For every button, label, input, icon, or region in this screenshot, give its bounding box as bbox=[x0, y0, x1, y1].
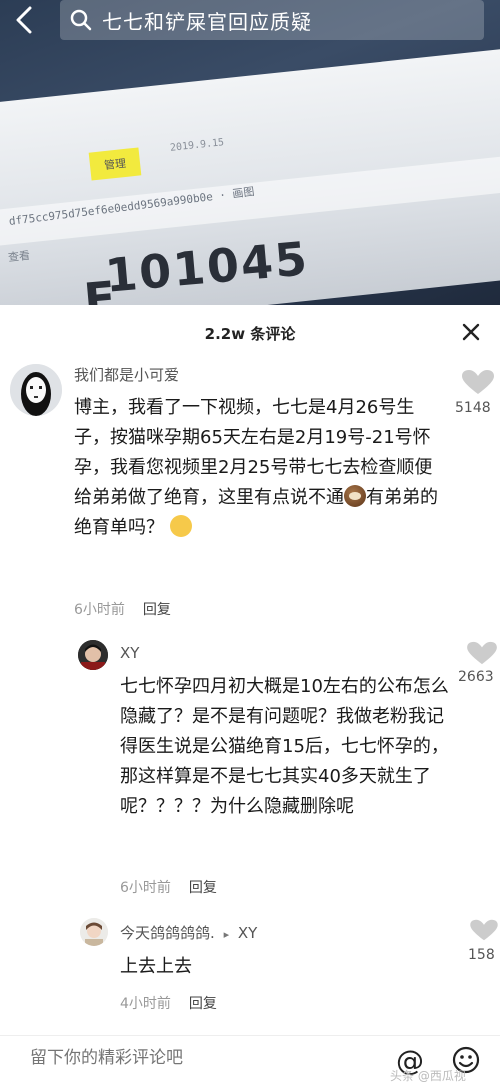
comment-text: 博主，我看了一下视频，七七是4月26号生子，按猫咪孕期65天左右是2月19号-2… bbox=[74, 393, 444, 543]
search-icon bbox=[70, 9, 92, 31]
reply-arrow-icon: ▸ bbox=[223, 928, 230, 941]
comment-text: 上去上去 bbox=[120, 956, 192, 977]
comment-author[interactable]: 我们都是小可爱 bbox=[74, 364, 179, 385]
reply-to-name[interactable]: XY bbox=[238, 924, 257, 942]
reply-button[interactable]: 回复 bbox=[143, 602, 171, 618]
close-icon[interactable] bbox=[460, 321, 482, 343]
user-avatar-icon bbox=[80, 918, 108, 946]
comment-author[interactable]: XY bbox=[120, 644, 139, 662]
video-tag-label: 管理 bbox=[88, 147, 142, 181]
comment-input[interactable] bbox=[30, 1048, 330, 1068]
no-face-avatar-icon bbox=[10, 364, 62, 416]
comment-time: 6小时前 bbox=[74, 602, 125, 618]
comment-sheet-header: 2.2w 条评论 bbox=[0, 305, 500, 361]
like-count: 158 bbox=[468, 947, 495, 963]
search-bar[interactable]: 七七和铲屎官回应质疑 bbox=[60, 0, 484, 40]
avatar[interactable] bbox=[78, 640, 108, 670]
watermark-text: 头条 @西瓜视 bbox=[390, 1069, 466, 1083]
comment-author: 今天鸽鸽鸽鸽. ▸ XY bbox=[120, 922, 257, 943]
like-count: 2663 bbox=[458, 669, 494, 685]
comment-meta: 4小时前 回复 bbox=[120, 993, 217, 1013]
back-button[interactable] bbox=[6, 2, 42, 38]
video-small-label: 查看 bbox=[7, 248, 31, 265]
coffee-emoji-icon bbox=[344, 485, 366, 507]
reply-button[interactable]: 回复 bbox=[189, 996, 217, 1012]
avatar[interactable] bbox=[80, 918, 108, 946]
video-player[interactable]: 管理 2019.9.15 df75cc975d75ef6e0edd9569a99… bbox=[0, 0, 500, 305]
like-count: 5148 bbox=[455, 400, 491, 416]
comment-meta: 6小时前 回复 bbox=[120, 877, 217, 897]
heart-icon[interactable] bbox=[458, 368, 498, 396]
comment-meta: 6小时前 回复 bbox=[74, 599, 171, 619]
user-avatar-icon bbox=[78, 640, 108, 670]
heart-icon[interactable] bbox=[462, 640, 500, 666]
pleading-face-emoji-icon bbox=[170, 515, 192, 537]
chevron-left-icon bbox=[16, 6, 32, 34]
avatar[interactable] bbox=[10, 364, 62, 416]
comment-time: 4小时前 bbox=[120, 996, 171, 1012]
comment-count-title: 2.2w 条评论 bbox=[204, 325, 296, 343]
reply-button[interactable]: 回复 bbox=[189, 880, 217, 896]
comment-text: 七七怀孕四月初大概是10左右的公布怎么隐藏了？是不是有问题呢？我做老粉我记得医生… bbox=[120, 676, 449, 817]
heart-icon[interactable] bbox=[464, 918, 500, 942]
comment-time: 6小时前 bbox=[120, 880, 171, 896]
reply-author-name[interactable]: 今天鸽鸽鸽鸽. bbox=[120, 924, 215, 942]
search-query-text: 七七和铲屎官回应质疑 bbox=[102, 9, 312, 34]
